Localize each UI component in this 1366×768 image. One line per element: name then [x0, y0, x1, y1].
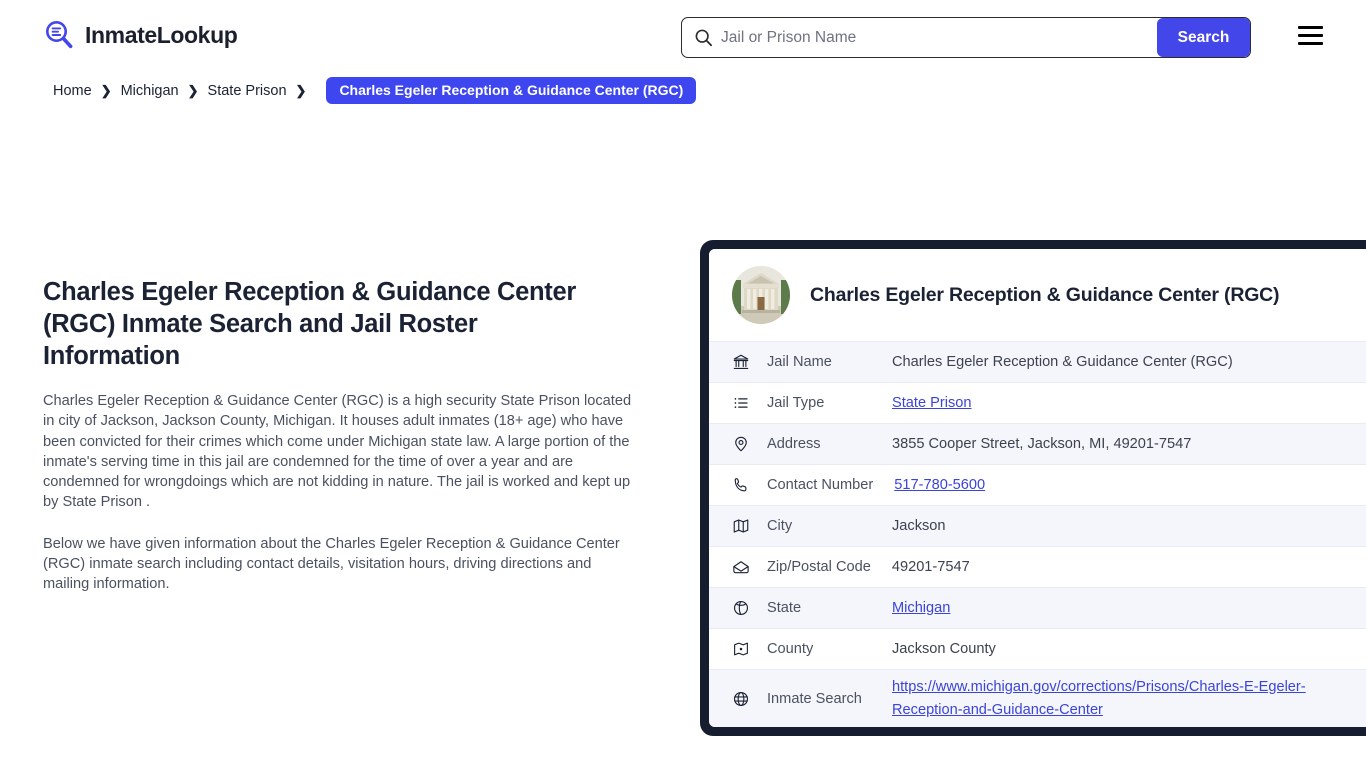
info-row-label: Inmate Search	[767, 691, 881, 707]
hamburger-bar	[1298, 42, 1323, 45]
info-row-value-link[interactable]: Michigan	[881, 600, 950, 616]
info-row-value-link[interactable]: https://www.michigan.gov/corrections/Pri…	[881, 676, 1321, 722]
breadcrumb-item-state-prison[interactable]: State Prison	[208, 83, 287, 99]
info-row-value: Charles Egeler Reception & Guidance Cent…	[881, 354, 1233, 370]
description-paragraph-2: Below we have given information about th…	[43, 534, 636, 595]
info-row-contact-number: Contact Number 517-780-5600	[709, 464, 1366, 505]
info-row-label: County	[767, 641, 881, 657]
breadcrumb-item-michigan[interactable]: Michigan	[121, 83, 179, 99]
envelope-icon	[732, 558, 750, 576]
map-icon	[732, 517, 750, 535]
info-row-value-link[interactable]: 517-780-5600	[883, 477, 985, 493]
search-button[interactable]: Search	[1157, 18, 1250, 57]
hamburger-bar	[1298, 26, 1323, 29]
info-row-city: City Jackson	[709, 505, 1366, 546]
search-icon	[694, 28, 713, 47]
facility-info-card: Charles Egeler Reception & Guidance Cent…	[700, 240, 1366, 736]
globe-pin-icon	[732, 599, 750, 617]
info-row-label: Zip/Postal Code	[767, 559, 881, 575]
hamburger-menu-icon[interactable]	[1298, 26, 1323, 45]
info-row-label: Contact Number	[767, 477, 883, 493]
info-row-zip-postal-code: Zip/Postal Code 49201-7547	[709, 546, 1366, 587]
description-paragraph-1: Charles Egeler Reception & Guidance Cent…	[43, 391, 636, 513]
facility-info-card-inner: Charles Egeler Reception & Guidance Cent…	[709, 249, 1366, 727]
breadcrumb-current-page: Charles Egeler Reception & Guidance Cent…	[326, 77, 696, 104]
courthouse-building-photo	[732, 266, 790, 324]
hamburger-bar	[1298, 34, 1323, 37]
info-row-jail-type: Jail Type State Prison	[709, 382, 1366, 423]
facility-card-header: Charles Egeler Reception & Guidance Cent…	[709, 249, 1366, 341]
info-row-value: Jackson County	[881, 641, 996, 657]
page-title: Charles Egeler Reception & Guidance Cent…	[43, 276, 583, 372]
info-row-label: Address	[767, 436, 881, 452]
search-bar[interactable]: Search	[681, 17, 1251, 58]
info-row-value: 49201-7547	[881, 559, 970, 575]
chevron-right-icon: ❯	[296, 83, 307, 99]
info-row-label: City	[767, 518, 881, 534]
breadcrumb-item-home[interactable]: Home	[53, 83, 92, 99]
info-row-label: State	[767, 600, 881, 616]
info-row-jail-name: Jail Name Charles Egeler Reception & Gui…	[709, 341, 1366, 382]
list-icon	[732, 394, 750, 412]
info-row-value-link[interactable]: State Prison	[881, 395, 972, 411]
info-row-label: Jail Name	[767, 354, 881, 370]
location-pin-icon	[732, 435, 750, 453]
chevron-right-icon: ❯	[101, 83, 112, 99]
county-map-icon	[732, 640, 750, 658]
info-row-state: State Michigan	[709, 587, 1366, 628]
article-column: Charles Egeler Reception & Guidance Cent…	[43, 276, 643, 595]
info-row-county: County Jackson County	[709, 628, 1366, 669]
magnifier-list-icon	[42, 18, 76, 52]
chevron-right-icon: ❯	[188, 83, 199, 99]
site-header: InmateLookup Search	[0, 0, 1366, 74]
search-input[interactable]	[721, 18, 1157, 57]
info-row-address: Address 3855 Cooper Street, Jackson, MI,…	[709, 423, 1366, 464]
bank-icon	[732, 353, 750, 371]
globe-icon	[732, 690, 750, 708]
phone-icon	[732, 476, 750, 494]
info-row-inmate-search: Inmate Search https://www.michigan.gov/c…	[709, 669, 1366, 727]
brand-logo-link[interactable]: InmateLookup	[42, 18, 237, 52]
breadcrumb: Home ❯ Michigan ❯ State Prison ❯ Charles…	[53, 77, 696, 104]
info-row-value: Jackson	[881, 518, 946, 534]
info-row-label: Jail Type	[767, 395, 881, 411]
info-row-value: 3855 Cooper Street, Jackson, MI, 49201-7…	[881, 436, 1191, 452]
brand-name: InmateLookup	[85, 22, 237, 49]
facility-card-title: Charles Egeler Reception & Guidance Cent…	[810, 284, 1279, 307]
